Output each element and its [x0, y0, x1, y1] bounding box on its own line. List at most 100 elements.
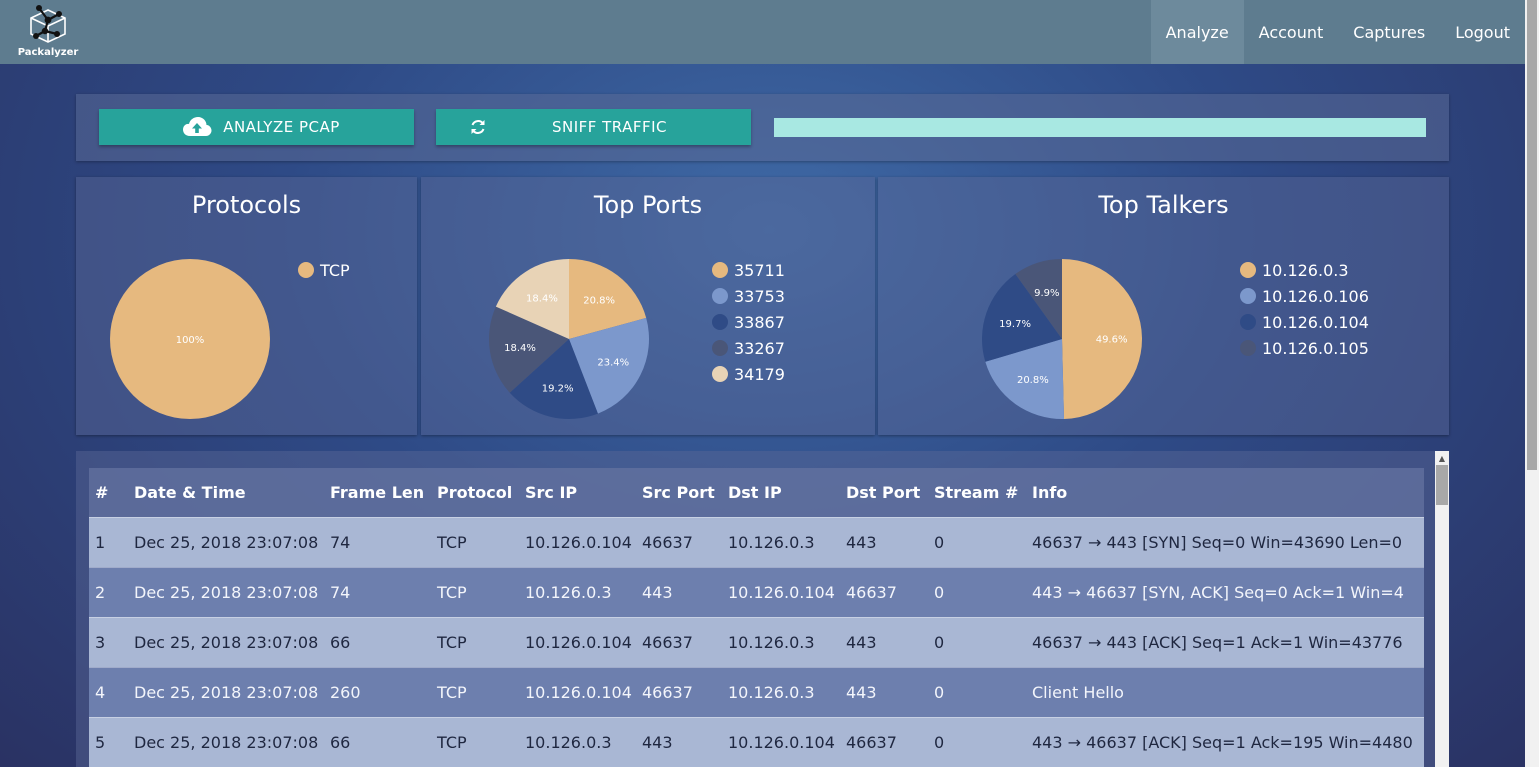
column-header[interactable]: Dst Port: [840, 468, 928, 517]
progress-bar: [774, 118, 1426, 137]
table-cell: 443: [636, 566, 722, 617]
page-scrollbar-thumb[interactable]: [1527, 0, 1537, 470]
table-scrollbar-thumb[interactable]: [1436, 465, 1448, 505]
pie-slice-label: 20.8%: [583, 296, 615, 307]
table-row[interactable]: 3 Dec 25, 2018 23:07:08 66 TCP 10.126.0.104 4…: [89, 616, 1424, 667]
table-row[interactable]: 4 Dec 25, 2018 23:07:08 260 TCP 10.126.0.104…: [89, 666, 1424, 717]
table-cell: 46637: [636, 516, 722, 567]
table-cell: 0: [928, 716, 1026, 767]
pie-slice-label: 49.6%: [1096, 334, 1128, 345]
table-row[interactable]: 2 Dec 25, 2018 23:07:08 74 TCP 10.126.0.3 443…: [89, 566, 1424, 617]
table-cell: 443: [840, 616, 928, 667]
table-row[interactable]: 5 Dec 25, 2018 23:07:08 66 TCP 10.126.0.3 443…: [89, 716, 1424, 767]
legend-item[interactable]: 10.126.0.3: [1240, 257, 1369, 283]
table-cell: 10.126.0.104: [722, 566, 840, 617]
legend-item[interactable]: 34179: [712, 361, 785, 387]
legend-label: 35711: [734, 260, 785, 280]
pie-slice-label: 9.9%: [1034, 288, 1059, 299]
legend-label: 10.126.0.106: [1262, 286, 1369, 306]
scroll-up-arrow-icon[interactable]: ▲: [1435, 451, 1449, 465]
legend-label: 10.126.0.3: [1262, 260, 1349, 280]
packet-table: # Date & Time Frame Len Protocol Src IP Src P…: [89, 468, 1424, 767]
table-scrollbar[interactable]: ▲: [1435, 451, 1449, 767]
legend-swatch: [1240, 288, 1256, 304]
column-header[interactable]: Frame Len: [324, 468, 431, 517]
page-scrollbar[interactable]: [1525, 0, 1539, 767]
legend-item[interactable]: 10.126.0.104: [1240, 309, 1369, 335]
table-cell: 46637 → 443 [SYN] Seq=0 Win=43690 Len=0: [1026, 516, 1424, 567]
table-cell: 46637: [636, 616, 722, 667]
table-cell: TCP: [431, 516, 519, 567]
nav-analyze[interactable]: Analyze: [1150, 0, 1244, 64]
table-cell: 46637: [840, 716, 928, 767]
table-cell: 74: [324, 566, 431, 617]
pie-slice-label: 18.4%: [504, 343, 536, 354]
table-cell: 66: [324, 716, 431, 767]
column-header[interactable]: Src Port: [636, 468, 722, 517]
progress-bar-fill: [774, 118, 1426, 137]
column-header[interactable]: #: [89, 468, 128, 517]
table-cell: 10.126.0.3: [722, 516, 840, 567]
column-header[interactable]: Stream #: [928, 468, 1026, 517]
column-header[interactable]: Info: [1026, 468, 1424, 517]
table-cell: 10.126.0.3: [519, 566, 636, 617]
table-cell: Dec 25, 2018 23:07:08: [128, 716, 324, 767]
nav-captures[interactable]: Captures: [1338, 0, 1440, 64]
column-header[interactable]: Src IP: [519, 468, 636, 517]
legend-item[interactable]: 33753: [712, 283, 785, 309]
table-cell: Dec 25, 2018 23:07:08: [128, 616, 324, 667]
app-logo[interactable]: Packalyzer: [0, 0, 96, 64]
column-header[interactable]: Dst IP: [722, 468, 840, 517]
legend-swatch: [712, 314, 728, 330]
legend-label: 34179: [734, 364, 785, 384]
top-ports-legend: 35711 33753 33867 33267 34179: [712, 257, 785, 387]
legend-label: 10.126.0.104: [1262, 312, 1369, 332]
legend-swatch: [1240, 314, 1256, 330]
table-cell: TCP: [431, 566, 519, 617]
table-cell: TCP: [431, 616, 519, 667]
table-cell: 2: [89, 566, 128, 617]
network-cube-icon: [30, 5, 66, 43]
top-ports-chart-card: Top Ports 20.8% 23.4% 19.2% 18.4% 18.4% 3571…: [421, 177, 875, 435]
pie-slice-label: 20.8%: [1017, 375, 1049, 386]
analyze-pcap-button[interactable]: ANALYZE PCAP: [99, 109, 414, 145]
legend-label: 33753: [734, 286, 785, 306]
nav-account[interactable]: Account: [1244, 0, 1339, 64]
table-cell: 10.126.0.104: [722, 716, 840, 767]
legend-swatch: [712, 366, 728, 382]
legend-label: 33867: [734, 312, 785, 332]
table-cell: 10.126.0.3: [722, 666, 840, 717]
column-header[interactable]: Protocol: [431, 468, 519, 517]
table-cell: 46637: [636, 666, 722, 717]
column-header[interactable]: Date & Time: [128, 468, 324, 517]
table-cell: 10.126.0.104: [519, 666, 636, 717]
table-cell: 10.126.0.104: [519, 516, 636, 567]
analyze-pcap-label: ANALYZE PCAP: [223, 118, 340, 136]
pie-slice-label: 18.4%: [526, 293, 558, 304]
protocols-legend: TCP: [298, 257, 350, 283]
nav-logout[interactable]: Logout: [1440, 0, 1525, 64]
table-row[interactable]: 1 Dec 25, 2018 23:07:08 74 TCP 10.126.0.104 4…: [89, 516, 1424, 567]
table-cell: 46637 → 443 [ACK] Seq=1 Ack=1 Win=43776: [1026, 616, 1424, 667]
legend-item[interactable]: 33867: [712, 309, 785, 335]
top-navbar: Packalyzer Analyze Account Captures Logo…: [0, 0, 1525, 64]
action-panel: ANALYZE PCAP SNIFF TRAFFIC: [76, 94, 1449, 161]
table-cell: 3: [89, 616, 128, 667]
legend-item[interactable]: 10.126.0.105: [1240, 335, 1369, 361]
pie-slice-label: 100%: [176, 335, 205, 346]
table-cell: Client Hello: [1026, 666, 1424, 717]
legend-item[interactable]: 33267: [712, 335, 785, 361]
pie-slice-label: 19.7%: [999, 319, 1031, 330]
table-cell: 443 → 46637 [ACK] Seq=1 Ack=195 Win=4480: [1026, 716, 1424, 767]
legend-item[interactable]: TCP: [298, 257, 350, 283]
legend-item[interactable]: 35711: [712, 257, 785, 283]
protocols-pie-chart: 100%: [110, 259, 270, 419]
legend-label: 10.126.0.105: [1262, 338, 1369, 358]
sniff-traffic-button[interactable]: SNIFF TRAFFIC: [436, 109, 751, 145]
top-talkers-legend: 10.126.0.3 10.126.0.106 10.126.0.104 10.126…: [1240, 257, 1369, 361]
refresh-icon: [462, 115, 494, 139]
legend-item[interactable]: 10.126.0.106: [1240, 283, 1369, 309]
table-cell: 260: [324, 666, 431, 717]
table-cell: 10.126.0.104: [519, 616, 636, 667]
table-cell: 10.126.0.3: [519, 716, 636, 767]
